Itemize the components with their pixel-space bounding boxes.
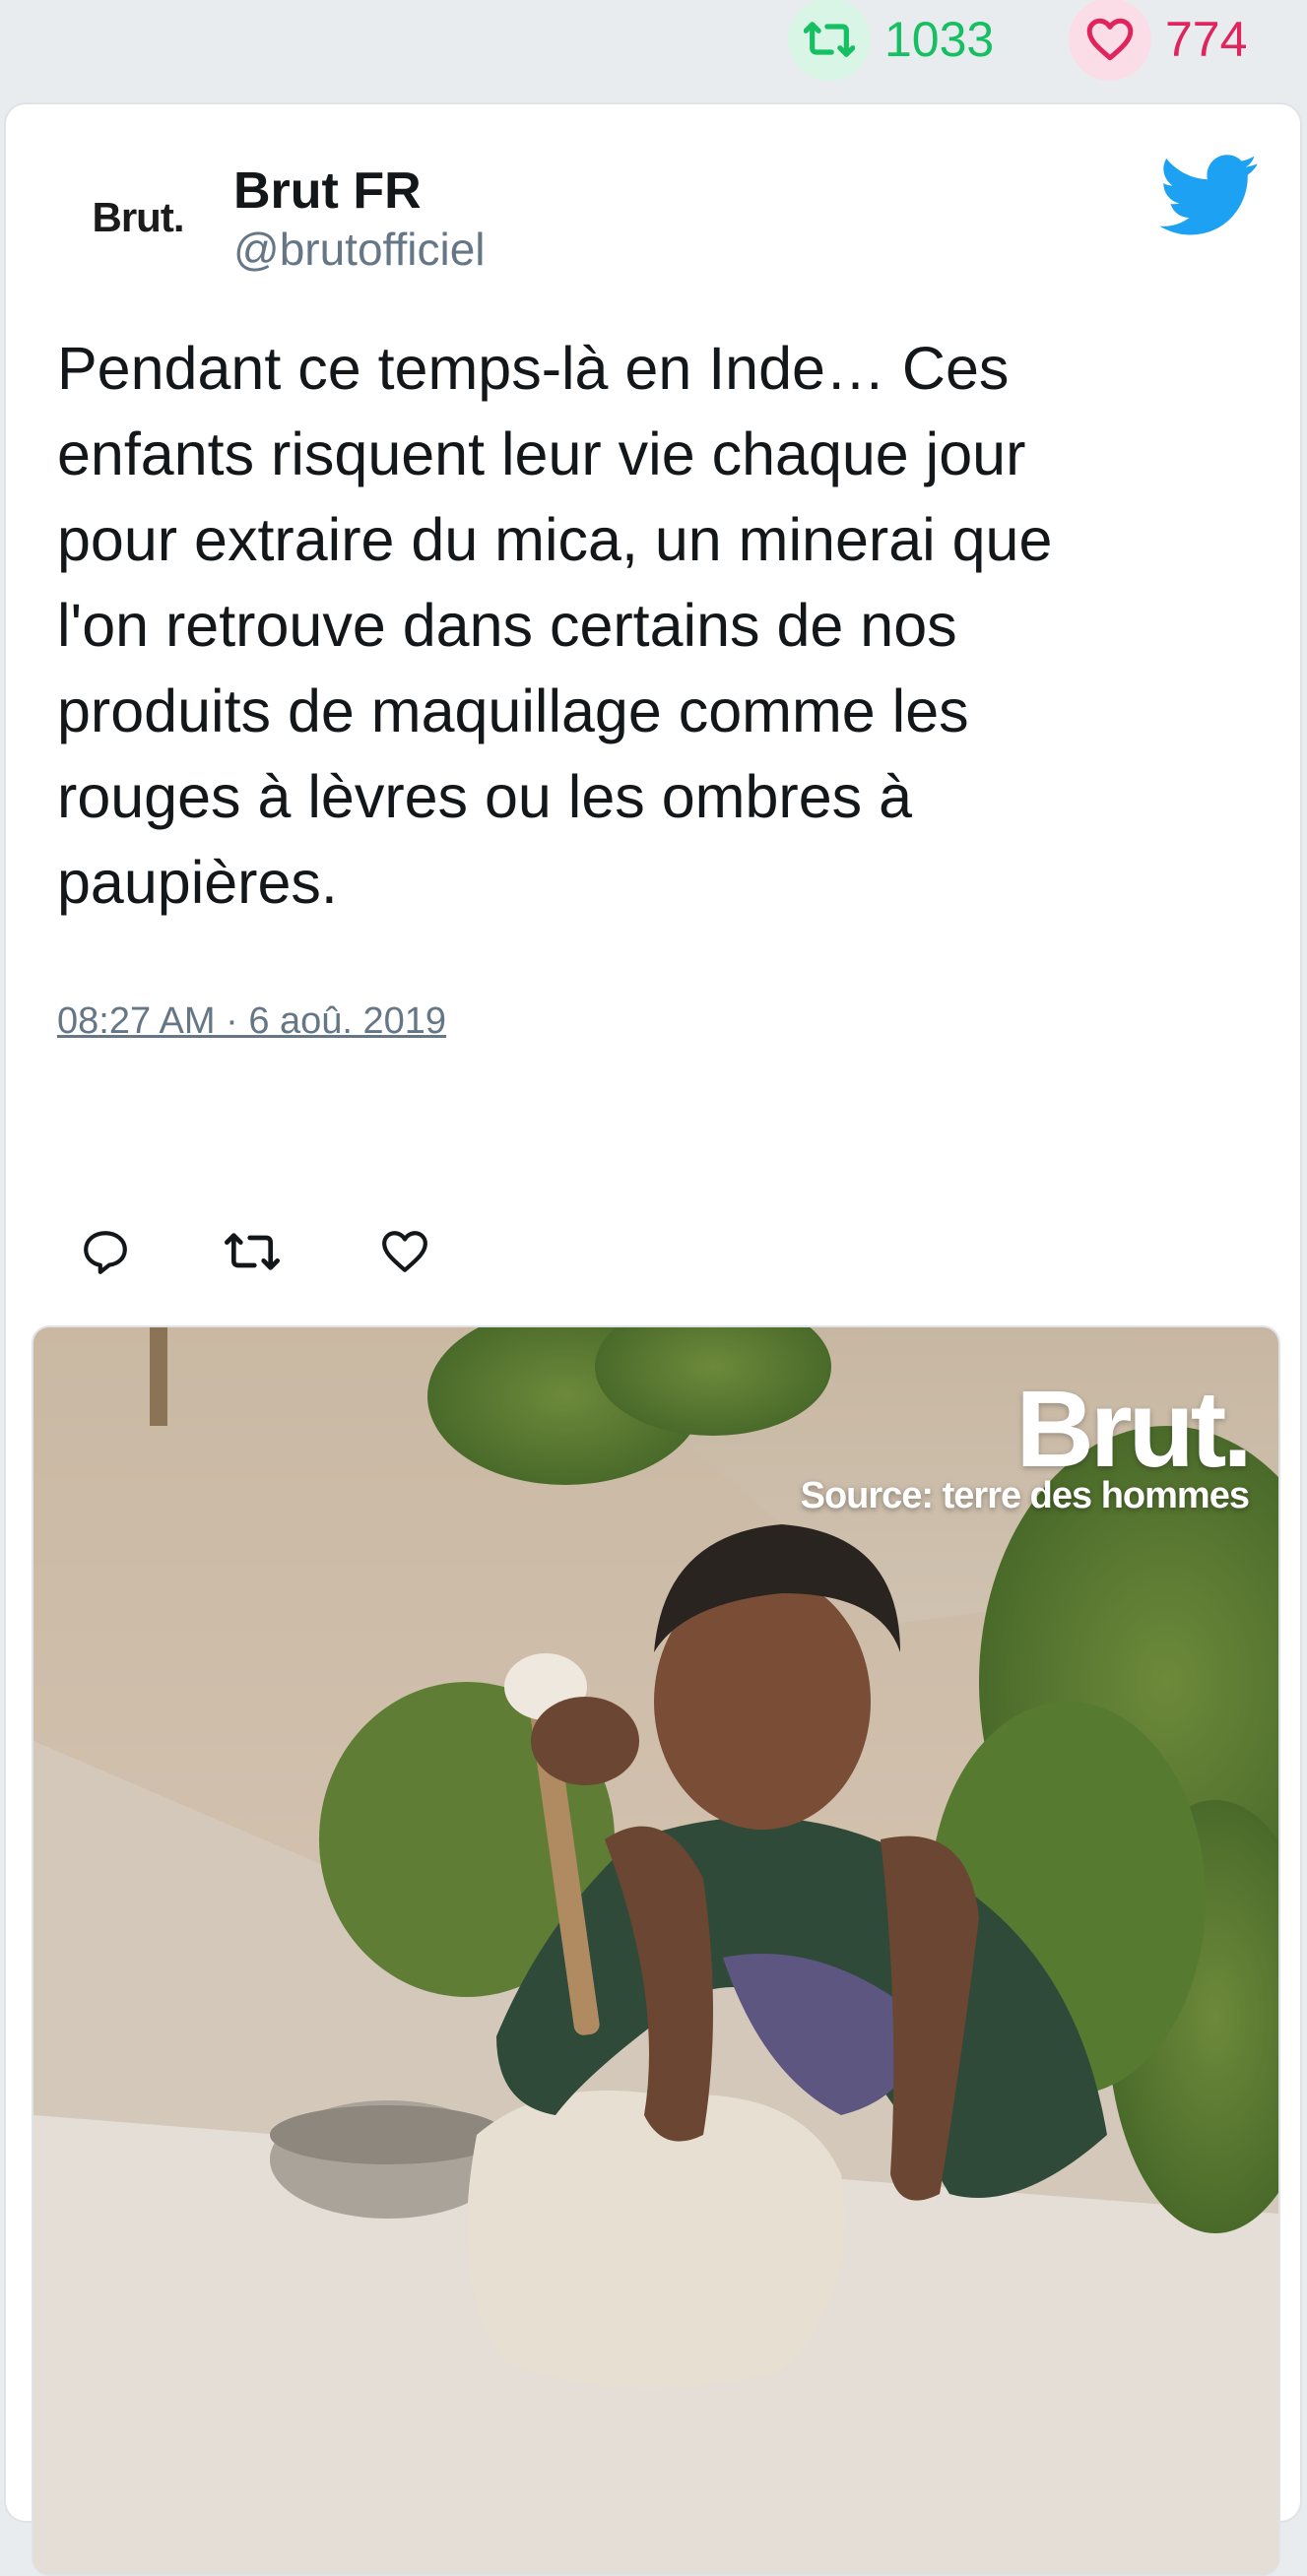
tweet-actions xyxy=(65,1217,459,1286)
like-count: 774 xyxy=(1165,12,1248,67)
heart-icon xyxy=(1069,0,1151,81)
tweet-media-video[interactable]: Brut. Source: terre des hommes xyxy=(32,1325,1280,2576)
tweet-text: Pendant ce temps-là en Inde… Ces enfants… xyxy=(57,335,1053,916)
retweet-count: 1033 xyxy=(884,12,995,67)
like-count-stat[interactable]: 774 xyxy=(1069,0,1248,81)
tweet-timestamp[interactable]: 08:27 AM · 6 aoû. 2019 xyxy=(57,1000,446,1043)
retweet-count-stat[interactable]: 1033 xyxy=(788,0,995,81)
retweet-button[interactable] xyxy=(218,1217,287,1286)
media-brand-watermark: Brut. xyxy=(1015,1369,1253,1490)
author-name[interactable]: Brut FR xyxy=(233,161,422,221)
retweet-icon xyxy=(788,0,871,81)
reply-button[interactable] xyxy=(71,1217,140,1286)
reply-icon xyxy=(84,1231,127,1274)
avatar[interactable]: Brut. xyxy=(55,163,221,272)
tweet-card: Brut. Brut FR @brutofficiel Pendant ce t… xyxy=(4,102,1302,2576)
like-button[interactable] xyxy=(370,1217,439,1286)
twitter-bird-icon[interactable] xyxy=(1159,144,1259,242)
author-handle[interactable]: @brutofficiel xyxy=(233,223,486,276)
stats-bar: 1033 774 xyxy=(0,0,1307,98)
retweet-icon xyxy=(225,1233,280,1270)
media-source-caption: Source: terre des hommes xyxy=(800,1475,1250,1516)
avatar-logo: Brut. xyxy=(92,194,185,240)
heart-icon xyxy=(382,1231,427,1272)
